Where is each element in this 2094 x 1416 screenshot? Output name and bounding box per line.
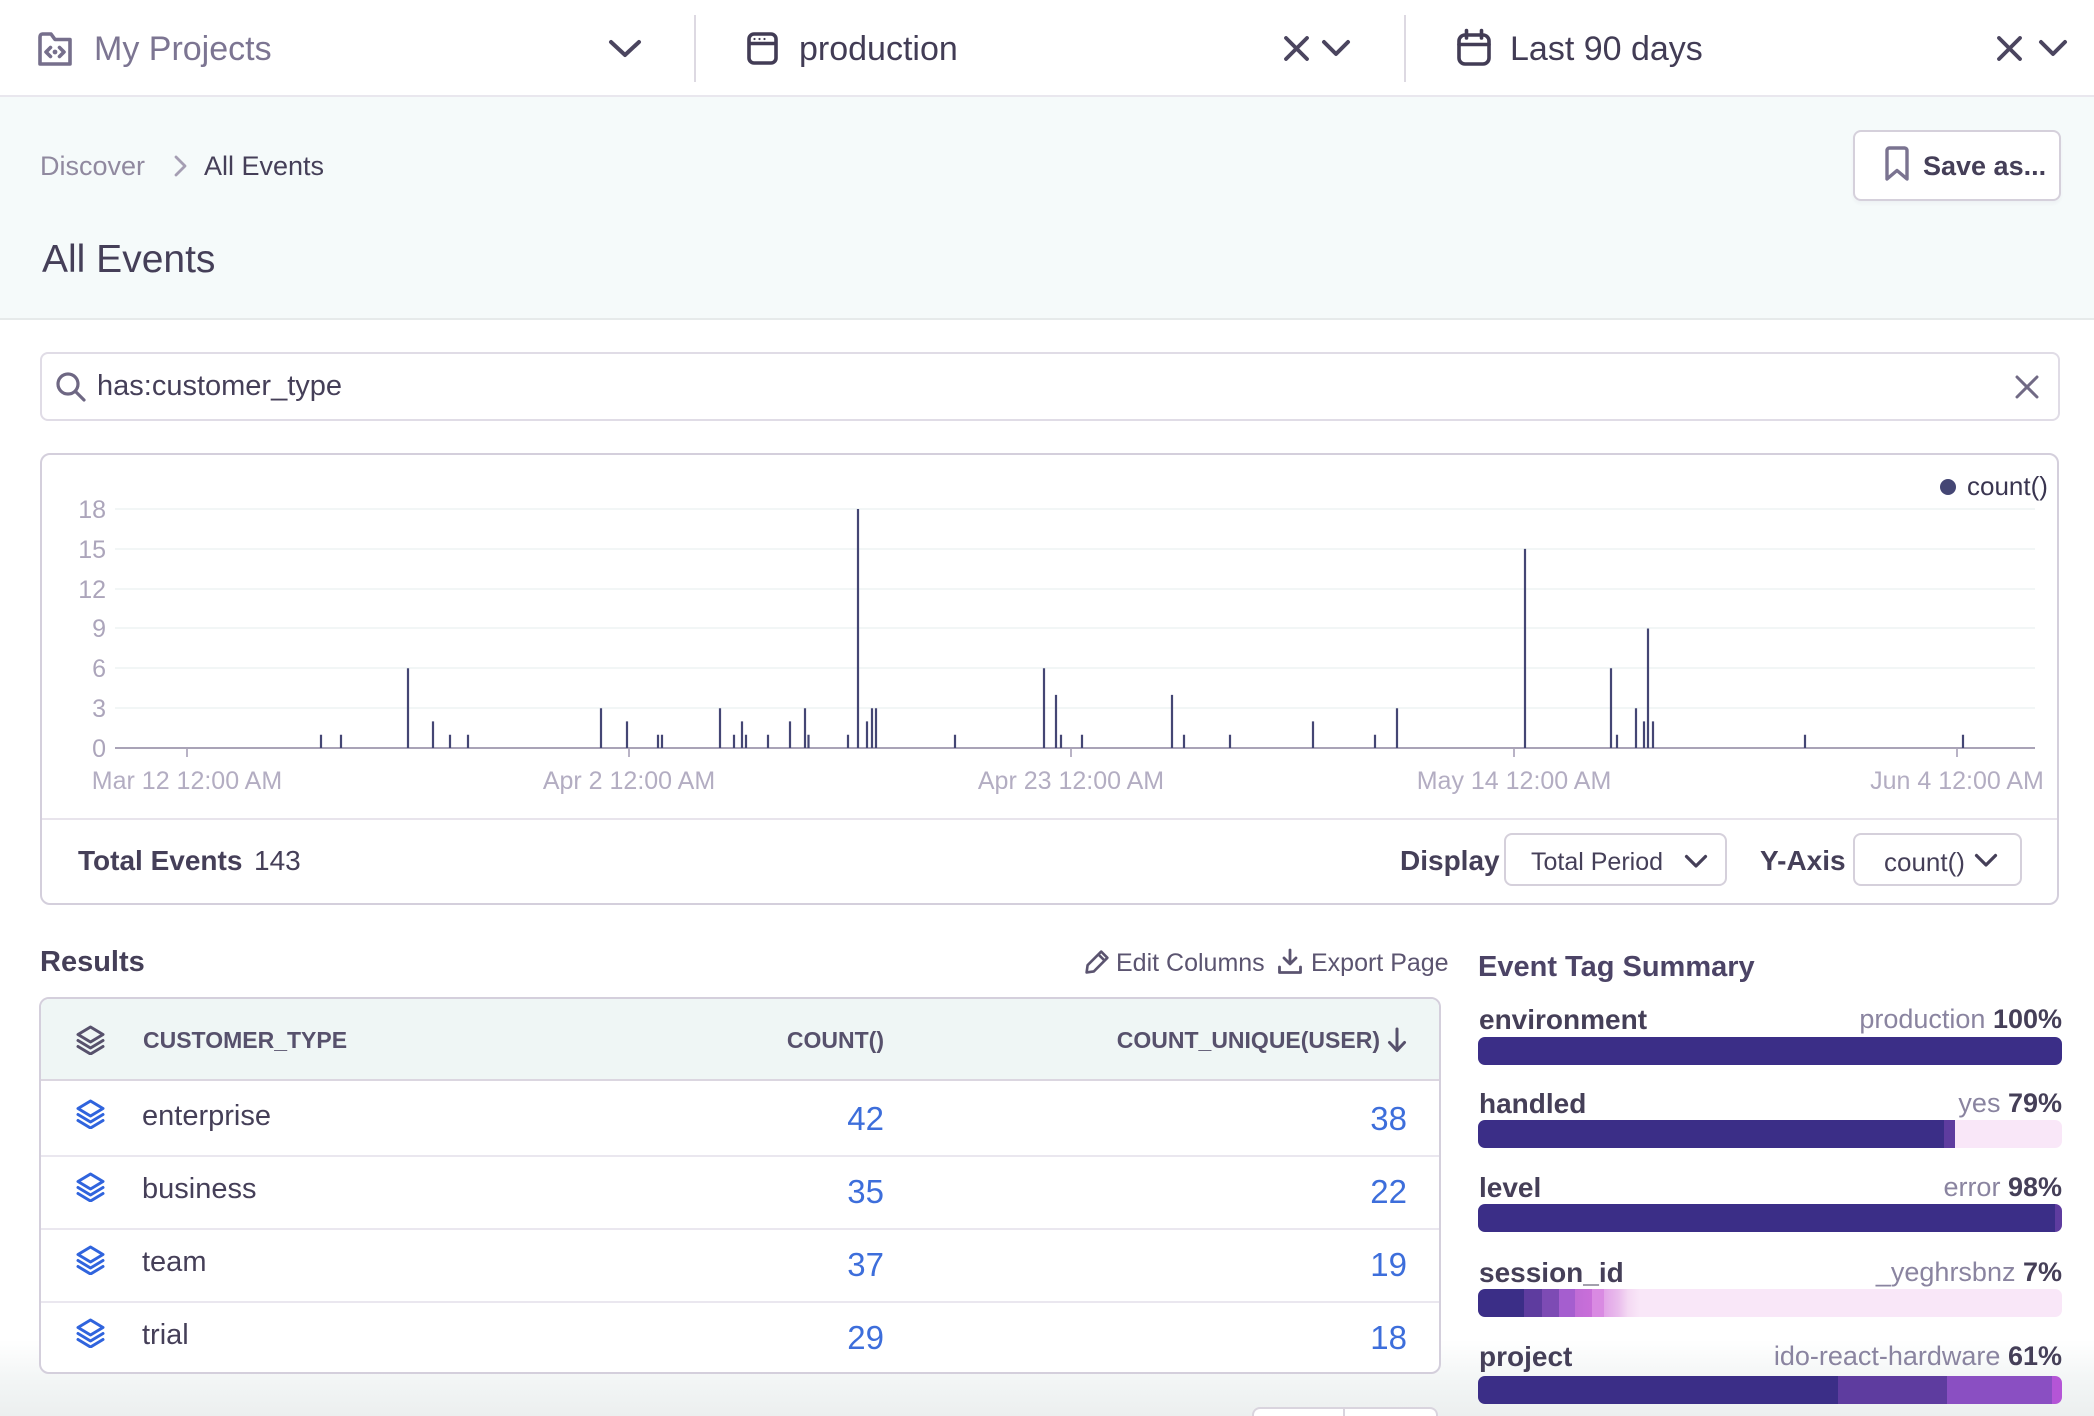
svg-text:Jun 4 12:00 AM: Jun 4 12:00 AM <box>1870 767 2044 795</box>
svg-text:May 14 12:00 AM: May 14 12:00 AM <box>1417 767 1612 795</box>
svg-text:12: 12 <box>78 576 106 604</box>
svg-text:Apr 23 12:00 AM: Apr 23 12:00 AM <box>978 767 1164 795</box>
svg-text:3: 3 <box>92 695 106 723</box>
svg-text:9: 9 <box>92 615 106 643</box>
svg-text:6: 6 <box>92 655 106 683</box>
svg-text:15: 15 <box>78 536 106 564</box>
svg-text:Apr 2 12:00 AM: Apr 2 12:00 AM <box>543 767 715 795</box>
svg-text:18: 18 <box>78 496 106 524</box>
svg-text:count(): count() <box>1967 471 2048 501</box>
svg-text:Mar 12 12:00 AM: Mar 12 12:00 AM <box>92 767 282 795</box>
svg-text:0: 0 <box>92 735 106 763</box>
